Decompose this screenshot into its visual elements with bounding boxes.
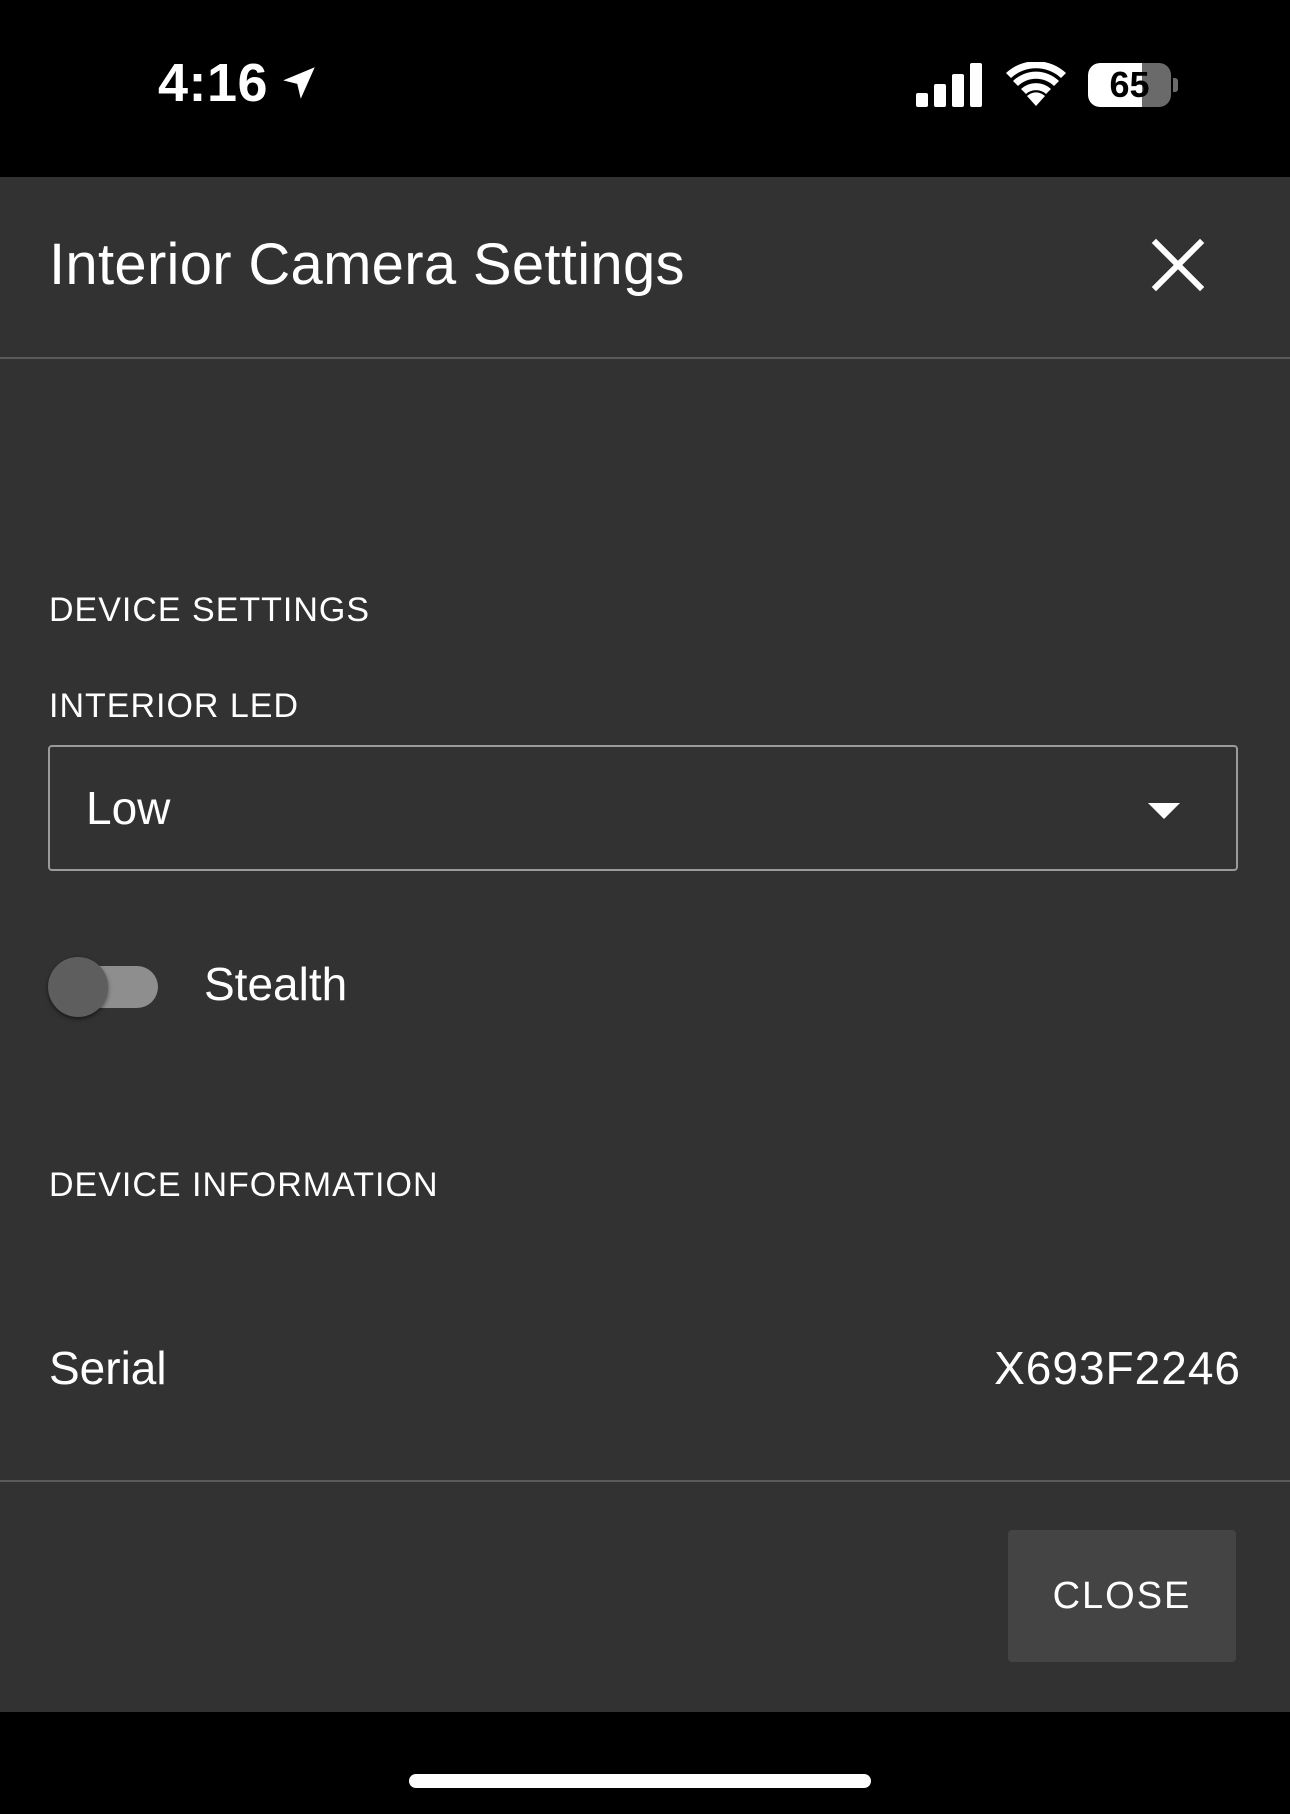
serial-value: X693F2246 — [994, 1342, 1241, 1394]
stealth-label: Stealth — [204, 958, 348, 1010]
cellular-signal-icon — [916, 63, 982, 107]
home-area — [0, 1712, 1290, 1814]
dialog-body: DEVICE SETTINGS INTERIOR LED Low Stealth… — [0, 359, 1290, 1479]
battery-percent: 65 — [1109, 64, 1150, 105]
location-arrow-icon — [283, 67, 315, 99]
device-settings-heading: DEVICE SETTINGS — [49, 591, 371, 629]
dialog-footer: CLOSE — [0, 1480, 1290, 1714]
interior-led-select[interactable]: Low — [48, 745, 1238, 871]
battery-icon: 65 — [1088, 62, 1178, 108]
battery-nub — [1173, 78, 1178, 92]
status-bar: 4:16 65 — [0, 0, 1290, 177]
dialog-header: Interior Camera Settings — [0, 177, 1290, 359]
serial-label: Serial — [49, 1342, 167, 1394]
status-time: 4:16 — [158, 52, 320, 114]
device-information-heading: DEVICE INFORMATION — [49, 1166, 439, 1204]
stealth-toggle[interactable] — [48, 957, 158, 1017]
caret-down-icon — [1148, 803, 1180, 819]
battery-body: 65 — [1088, 63, 1172, 107]
home-indicator[interactable] — [409, 1774, 871, 1788]
interior-led-value: Low — [86, 782, 171, 834]
status-icons: 65 — [916, 62, 1178, 108]
settings-dialog: Interior Camera Settings DEVICE SETTINGS… — [0, 177, 1290, 1712]
status-time-text: 4:16 — [158, 53, 269, 113]
toggle-knob — [48, 957, 108, 1017]
phone-screen: 4:16 65 Interior Camera Settings DEVICE … — [0, 0, 1290, 1814]
close-button[interactable]: CLOSE — [1008, 1530, 1236, 1662]
close-icon[interactable] — [1150, 237, 1206, 293]
dialog-title: Interior Camera Settings — [49, 232, 685, 297]
interior-led-label: INTERIOR LED — [49, 687, 300, 725]
wifi-icon — [1006, 62, 1066, 106]
